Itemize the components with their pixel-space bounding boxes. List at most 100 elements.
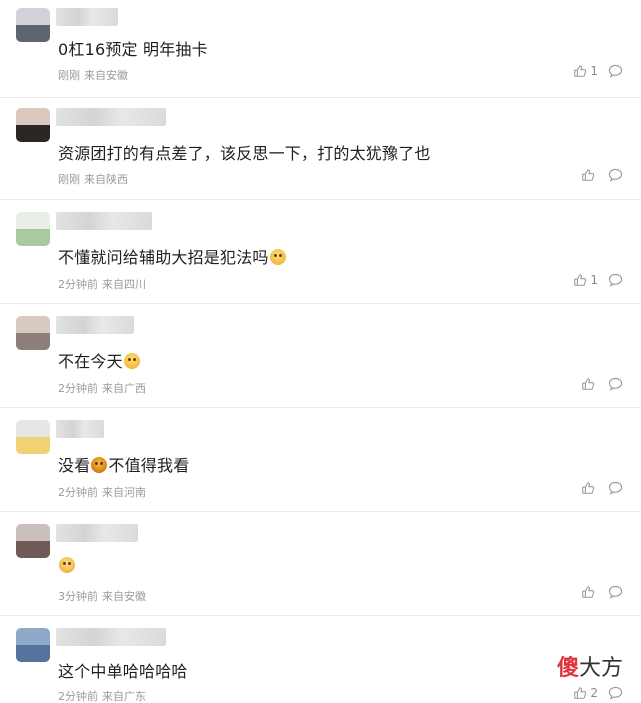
avatar-bottom xyxy=(16,125,50,142)
comment-text xyxy=(58,556,76,575)
avatar-top xyxy=(16,316,50,333)
reply-bubble-icon[interactable] xyxy=(608,481,623,495)
comment-text: 没看 不值得我看 xyxy=(58,452,189,476)
username-blurred[interactable] xyxy=(56,8,118,26)
comment-text-body: 0杠16预定 明年抽卡 xyxy=(58,40,208,59)
comment-text-after: 不值得我看 xyxy=(108,456,190,475)
like-button[interactable] xyxy=(581,585,598,599)
smirk-emoji-icon xyxy=(269,249,286,265)
comment-item: 不在今天 2分钟前 来自广西 xyxy=(0,304,641,408)
comment-item: 资源团打的有点差了，该反思一下，打的太犹豫了也 刚刚 来自陕西 xyxy=(0,98,641,200)
cry-emoji-icon xyxy=(59,557,75,573)
thumb-up-icon xyxy=(582,586,595,598)
avatar-top xyxy=(16,108,50,125)
comment-item: 没看 不值得我看 2分钟前 来自河南 xyxy=(0,408,641,512)
avatar[interactable] xyxy=(16,420,50,454)
comment-location: 来自广东 xyxy=(102,690,146,703)
avatar-bottom xyxy=(16,541,50,558)
comment-location: 来自陕西 xyxy=(84,173,128,186)
avatar-bottom xyxy=(16,437,50,454)
reply-bubble-icon[interactable] xyxy=(608,64,623,78)
comment-location: 来自安徽 xyxy=(102,590,146,603)
comment-item: 0杠16预定 明年抽卡 刚刚 来自安徽 1 xyxy=(0,0,641,98)
comment-text: 0杠16预定 明年抽卡 xyxy=(58,36,208,60)
comment-location: 来自广西 xyxy=(102,382,146,395)
username-blurred[interactable] xyxy=(56,628,166,646)
avatar-bottom xyxy=(16,645,50,662)
reply-bubble-icon[interactable] xyxy=(608,585,623,599)
username-blurred[interactable] xyxy=(56,108,166,126)
comment-meta: 刚刚 来自陕西 xyxy=(58,171,128,187)
comment-actions: 2 xyxy=(573,686,623,700)
like-button[interactable] xyxy=(581,481,598,495)
comment-item: 不懂就问给辅助大招是犯法吗 2分钟前 来自四川 1 xyxy=(0,200,641,304)
comment-meta: 刚刚 来自安徽 xyxy=(58,67,128,83)
like-button[interactable]: 2 xyxy=(573,686,598,700)
comment-location: 来自安徽 xyxy=(84,69,128,82)
avatar-top xyxy=(16,628,50,645)
avatar[interactable] xyxy=(16,8,50,42)
username-blurred[interactable] xyxy=(56,212,152,230)
comment-time: 刚刚 xyxy=(58,173,80,186)
avatar-top xyxy=(16,212,50,229)
comment-actions xyxy=(581,377,623,391)
comment-meta: 2分钟前 来自四川 xyxy=(58,276,146,292)
watermark: 傻大方 xyxy=(557,650,623,682)
avatar-bottom xyxy=(16,333,50,350)
comment-item: 这个中单哈哈哈哈 2分钟前 来自广东 2 xyxy=(0,616,641,703)
sad-emoji-icon xyxy=(123,353,140,369)
username-blurred[interactable] xyxy=(56,316,134,334)
comment-text: 资源团打的有点差了，该反思一下，打的太犹豫了也 xyxy=(58,140,431,164)
like-count: 1 xyxy=(590,64,598,78)
thumb-up-icon xyxy=(574,274,587,286)
tears-emoji-icon xyxy=(91,457,108,473)
comment-item: 3分钟前 来自安徽 xyxy=(0,512,641,616)
like-count: 2 xyxy=(590,686,598,700)
avatar[interactable] xyxy=(16,524,50,558)
comment-actions xyxy=(581,585,623,599)
watermark-part2: 大方 xyxy=(578,656,623,681)
like-count: 1 xyxy=(590,273,598,287)
comment-text-body: 资源团打的有点差了，该反思一下，打的太犹豫了也 xyxy=(58,144,431,163)
comment-meta: 3分钟前 来自安徽 xyxy=(58,588,146,604)
comment-actions: 1 xyxy=(573,273,623,287)
comment-text-body: 不懂就问给辅助大招是犯法吗 xyxy=(58,248,269,267)
avatar-bottom xyxy=(16,25,50,42)
like-button[interactable]: 1 xyxy=(573,273,598,287)
thumb-up-icon xyxy=(582,378,595,390)
comment-time: 2分钟前 xyxy=(58,382,98,395)
username-blurred[interactable] xyxy=(56,420,104,438)
reply-bubble-icon[interactable] xyxy=(608,686,623,700)
comment-time: 2分钟前 xyxy=(58,486,98,499)
avatar[interactable] xyxy=(16,628,50,662)
avatar-bottom xyxy=(16,229,50,246)
comment-text-body: 这个中单哈哈哈哈 xyxy=(58,662,188,681)
reply-bubble-icon[interactable] xyxy=(608,377,623,391)
thumb-up-icon xyxy=(582,169,595,181)
avatar[interactable] xyxy=(16,316,50,350)
comment-text: 不懂就问给辅助大招是犯法吗 xyxy=(58,244,287,268)
comment-text: 不在今天 xyxy=(58,348,141,372)
comment-time: 刚刚 xyxy=(58,69,80,82)
comment-time: 2分钟前 xyxy=(58,278,98,291)
comment-time: 2分钟前 xyxy=(58,690,98,703)
comment-location: 来自四川 xyxy=(102,278,146,291)
avatar-top xyxy=(16,8,50,25)
like-button[interactable] xyxy=(581,377,598,391)
comment-actions: 1 xyxy=(573,64,623,78)
reply-bubble-icon[interactable] xyxy=(608,273,623,287)
thumb-up-icon xyxy=(574,65,587,77)
watermark-part1: 傻 xyxy=(556,656,579,681)
avatar[interactable] xyxy=(16,212,50,246)
username-blurred[interactable] xyxy=(56,524,138,542)
like-button[interactable] xyxy=(581,168,598,182)
comment-meta: 2分钟前 来自河南 xyxy=(58,484,146,500)
comment-meta: 2分钟前 来自广东 xyxy=(58,688,146,703)
reply-bubble-icon[interactable] xyxy=(608,168,623,182)
comment-text: 这个中单哈哈哈哈 xyxy=(58,658,188,682)
like-button[interactable]: 1 xyxy=(573,64,598,78)
comment-actions xyxy=(581,481,623,495)
avatar[interactable] xyxy=(16,108,50,142)
comment-text-body: 没看 xyxy=(58,456,91,475)
comment-time: 3分钟前 xyxy=(58,590,98,603)
